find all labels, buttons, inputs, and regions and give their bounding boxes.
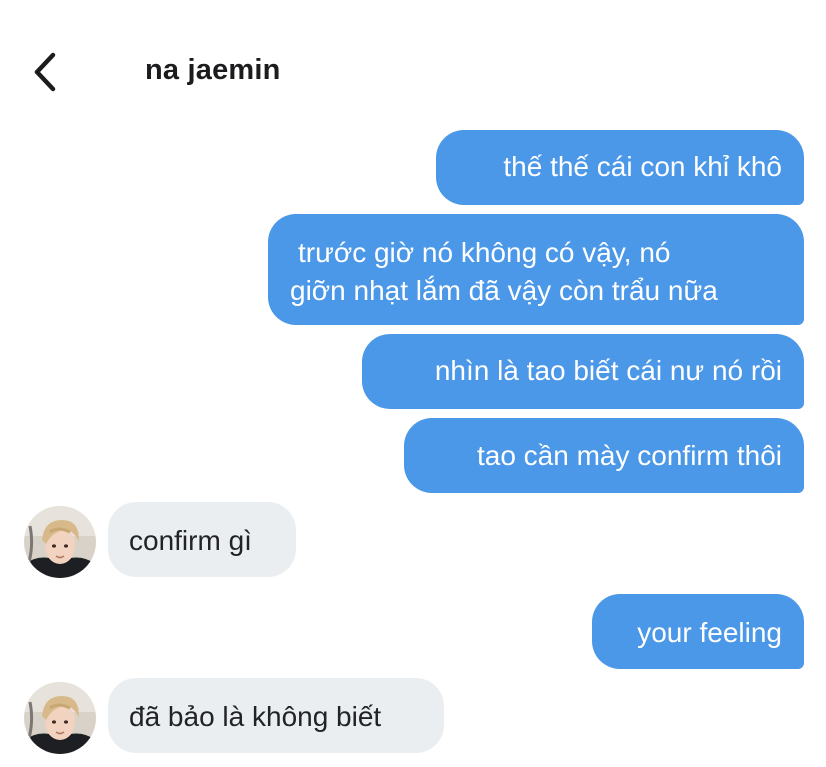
chat-header: na jaemin	[0, 0, 826, 120]
contact-name[interactable]: na jaemin	[145, 54, 281, 87]
outgoing-message[interactable]: thế thế cái con khỉ khô	[436, 130, 804, 205]
message-text: tao cần mày confirm thôi	[476, 440, 782, 471]
chat-screen: na jaemin thế thế cái con khỉ khô trước …	[0, 0, 826, 767]
outgoing-message[interactable]: trước giờ nó không có vậy, nó giỡn nhạt …	[268, 214, 804, 325]
message-text: your feeling	[637, 617, 782, 648]
contact-avatar[interactable]	[24, 506, 96, 578]
message-text: trước giờ nó không có vậy, nó	[298, 237, 671, 268]
back-button[interactable]	[24, 50, 68, 94]
incoming-message[interactable]: confirm gì	[108, 502, 296, 577]
message-text: nhìn là tao biết cái nư nó rồi	[434, 355, 782, 386]
message-text: thế thế cái con khỉ khô	[503, 151, 782, 182]
outgoing-message[interactable]: nhìn là tao biết cái nư nó rồi	[362, 334, 804, 409]
avatar-photo-icon	[24, 682, 96, 754]
message-text: confirm gì	[129, 525, 252, 556]
message-text: giỡn nhạt lắm đã vậy còn trẩu nữa	[290, 275, 718, 306]
outgoing-message[interactable]: your feeling	[592, 594, 804, 669]
chevron-left-icon	[34, 52, 56, 92]
contact-avatar[interactable]	[24, 682, 96, 754]
message-text: đã bảo là không biết	[129, 701, 382, 732]
avatar-photo-icon	[24, 506, 96, 578]
outgoing-message[interactable]: tao cần mày confirm thôi	[404, 418, 804, 493]
incoming-message[interactable]: đã bảo là không biết	[108, 678, 444, 753]
